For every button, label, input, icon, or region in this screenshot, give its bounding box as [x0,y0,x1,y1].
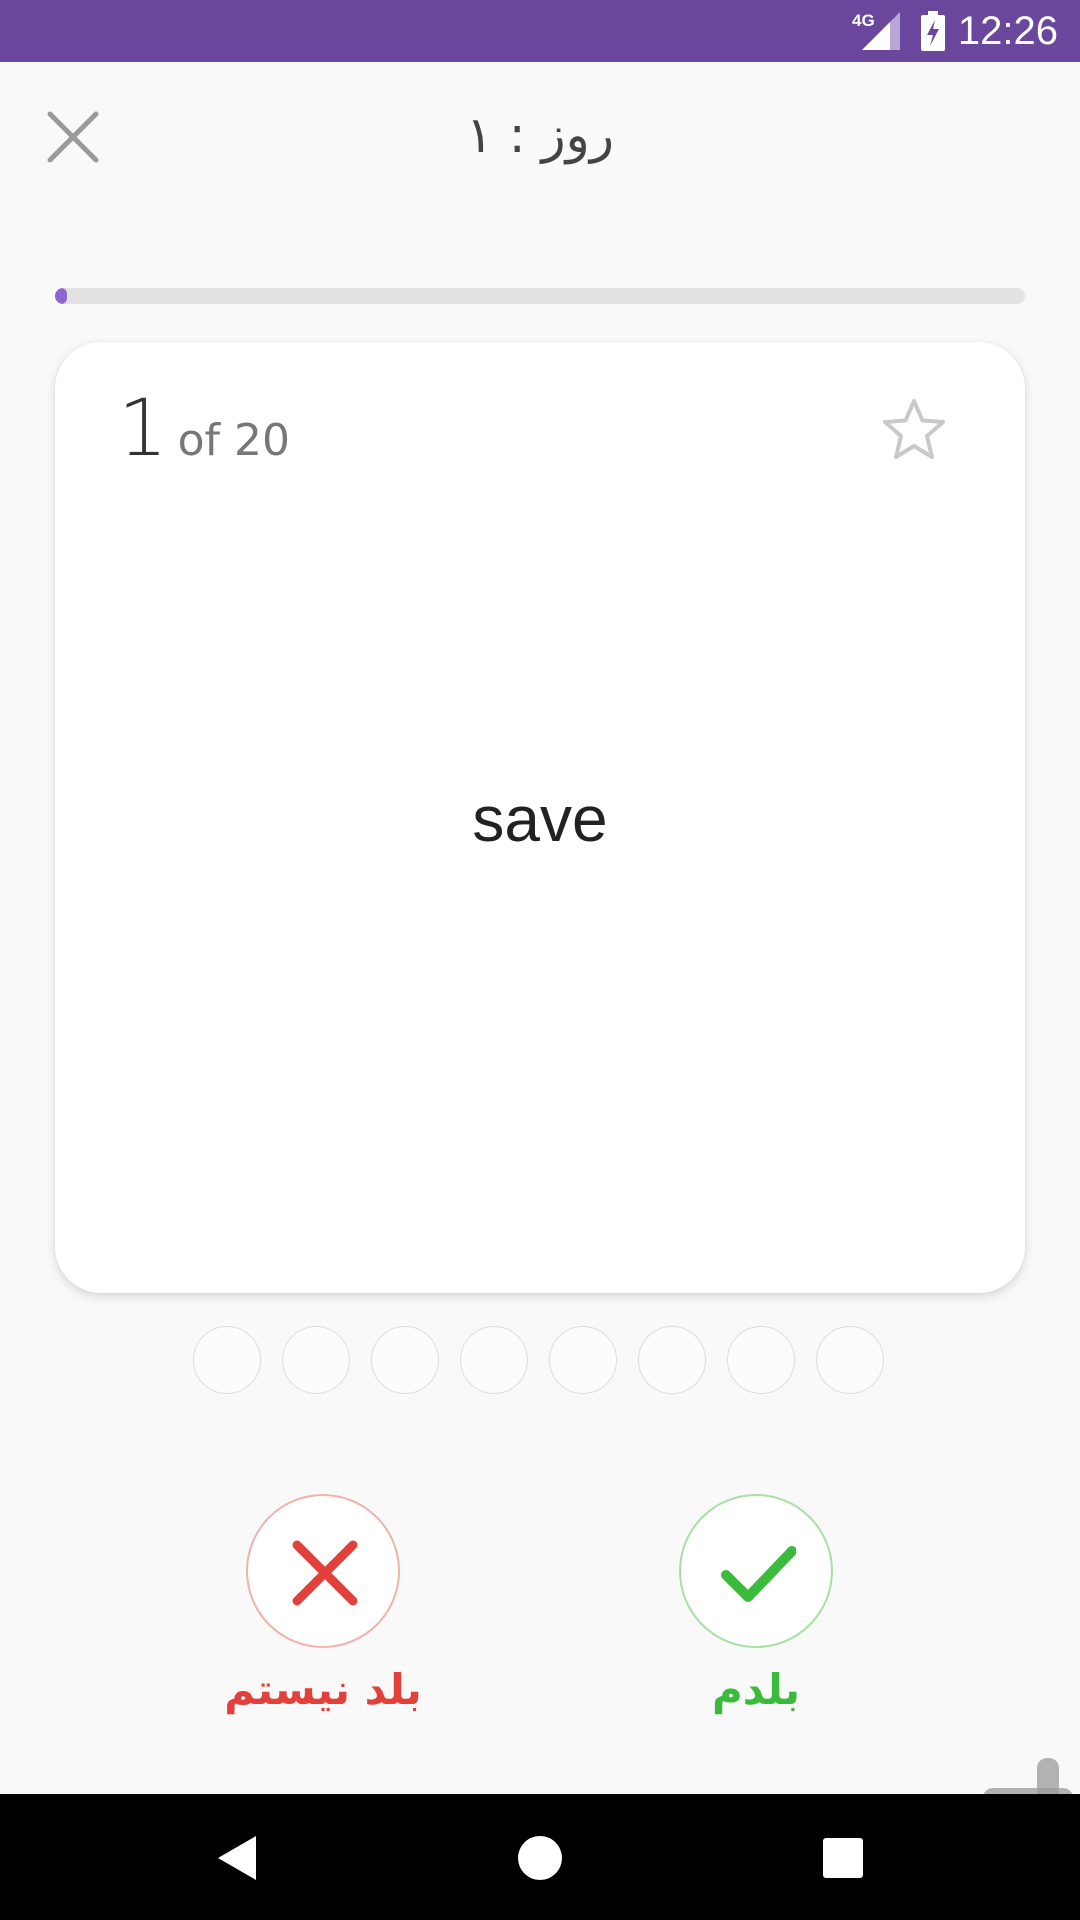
cross-icon [292,1540,358,1606]
card-counter: 1 of 20 [118,384,290,474]
card-index: 1 [118,384,168,474]
home-circle-icon[interactable] [518,1836,562,1880]
system-nav-bar [0,1794,1080,1920]
page-title: روز : ۱ [466,106,614,164]
close-icon[interactable] [46,110,100,164]
progress-dot [638,1326,706,1394]
progress-dot [193,1326,261,1394]
progress-dot [371,1326,439,1394]
know-label[interactable]: بلدم [586,1660,926,1720]
progress-dot [549,1326,617,1394]
recents-square-icon[interactable] [823,1838,863,1878]
progress-dot [282,1326,350,1394]
star-icon[interactable] [881,397,947,463]
progress-fill [55,288,67,304]
signal-icon [862,12,900,50]
progress-dot [727,1326,795,1394]
clock: 12:26 [957,9,1058,53]
dont-know-button[interactable] [246,1494,400,1648]
check-icon [721,1546,796,1602]
progress-dot [816,1326,884,1394]
flashcard[interactable]: 1 of 20 save [55,342,1025,1293]
card-total: of 20 [177,415,291,466]
battery-charging-icon [921,11,945,51]
card-dots [193,1326,905,1394]
back-triangle-icon[interactable] [214,1834,258,1882]
know-button[interactable] [679,1494,833,1648]
dont-know-label[interactable]: بلد نیستم [153,1660,493,1720]
progress-bar [55,288,1025,304]
flashcard-word: save [472,783,608,855]
progress-dot [460,1326,528,1394]
status-bar: 4G 12:26 [0,0,1080,62]
